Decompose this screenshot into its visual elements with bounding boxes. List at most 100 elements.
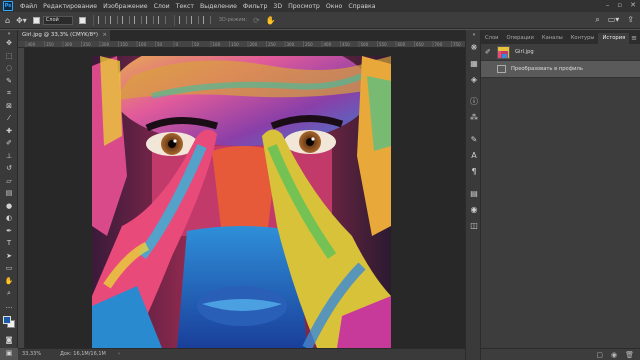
- new-document-from-state-icon[interactable]: ▢: [596, 351, 603, 359]
- tab-paths[interactable]: Контуры: [567, 33, 599, 44]
- quick-mask-icon[interactable]: ◙: [0, 334, 18, 347]
- menu-layers[interactable]: Слои: [151, 3, 173, 10]
- ruler-label: 100: [213, 42, 221, 47]
- align-bottom-icon[interactable]: [157, 16, 166, 24]
- close-window-icon[interactable]: ✕: [630, 1, 636, 9]
- dodge-tool-icon[interactable]: ◐: [0, 212, 18, 225]
- align-left-icon[interactable]: [97, 16, 106, 24]
- distribute-icon[interactable]: [202, 16, 211, 24]
- menu-view[interactable]: Просмотр: [285, 3, 323, 10]
- tab-actions[interactable]: Операции: [502, 33, 537, 44]
- transform-controls-checkbox[interactable]: [78, 16, 86, 24]
- menu-select[interactable]: Выделение: [197, 3, 240, 10]
- status-menu-icon[interactable]: ›: [118, 349, 120, 360]
- align-right-icon[interactable]: [121, 16, 130, 24]
- history-state-icon: [497, 65, 506, 73]
- window-controls: – ▫ ✕: [606, 1, 636, 9]
- delete-state-icon[interactable]: 🗑: [625, 351, 634, 359]
- history-step[interactable]: Преобразовать в профиль: [481, 61, 640, 78]
- document-size: Док: 16,1M/16,1M: [60, 351, 106, 357]
- menu-3d[interactable]: 3D: [270, 3, 285, 10]
- menu-edit[interactable]: Редактирование: [40, 3, 100, 10]
- screen-mode-icon[interactable]: ▣: [0, 347, 18, 360]
- auto-select-checkbox[interactable]: [32, 16, 40, 24]
- history-brush-tool-icon[interactable]: ↺: [0, 162, 18, 175]
- distribute-icon[interactable]: [178, 16, 187, 24]
- document-tab[interactable]: Girl.jpg @ 33,3% (CMYK/8*) ×: [18, 30, 110, 41]
- color-swatches[interactable]: [0, 314, 18, 334]
- adjustments-panel-icon[interactable]: ◈: [466, 71, 482, 87]
- menu-image[interactable]: Изображение: [100, 3, 151, 10]
- brush-tool-icon[interactable]: ✐: [0, 137, 18, 150]
- menu-file[interactable]: Файл: [17, 3, 40, 10]
- 3d-orbit-icon[interactable]: ⟳: [253, 12, 260, 29]
- foreground-color-swatch[interactable]: [3, 316, 11, 324]
- distribute-icon[interactable]: [190, 16, 199, 24]
- document-image[interactable]: [92, 56, 391, 348]
- character-panel-icon[interactable]: A: [466, 147, 482, 163]
- menu-type[interactable]: Текст: [173, 3, 197, 10]
- ruler-label: 600: [398, 42, 406, 47]
- menu-bar: Ps Файл Редактирование Изображение Слои …: [0, 0, 640, 12]
- align-top-icon[interactable]: [133, 16, 142, 24]
- eraser-tool-icon[interactable]: ▱: [0, 175, 18, 188]
- crop-tool-icon[interactable]: ⌗: [0, 87, 18, 100]
- ruler-label: 550: [379, 42, 387, 47]
- path-selection-tool-icon[interactable]: ➤: [0, 250, 18, 263]
- move-tool-icon[interactable]: ✥▾: [16, 12, 27, 29]
- pen-tool-icon[interactable]: ✒: [0, 225, 18, 238]
- collapse-panels-icon[interactable]: «: [466, 30, 482, 39]
- tool-presets-icon[interactable]: ✎: [466, 131, 482, 147]
- 3d-pan-icon[interactable]: ✋: [266, 12, 276, 29]
- layers-panel-icon[interactable]: ◫: [466, 217, 482, 233]
- marquee-tool-icon[interactable]: ⬚: [0, 50, 18, 63]
- document-tabs: Girl.jpg @ 33,3% (CMYK/8*) ×: [18, 30, 465, 41]
- libraries-panel-icon[interactable]: ▤: [466, 185, 482, 201]
- workspace-icon[interactable]: ▭▾: [608, 15, 620, 25]
- frame-tool-icon[interactable]: ⊠: [0, 100, 18, 113]
- paragraph-panel-icon[interactable]: ¶: [466, 163, 482, 179]
- zoom-level[interactable]: 33,33%: [22, 349, 41, 360]
- swatches-panel-icon[interactable]: ▦: [466, 55, 482, 71]
- vertical-ruler[interactable]: [18, 48, 25, 348]
- collapse-icon[interactable]: »: [0, 30, 18, 37]
- healing-brush-tool-icon[interactable]: ✚: [0, 125, 18, 138]
- tab-layers[interactable]: Слои: [481, 33, 502, 44]
- history-brush-source-icon[interactable]: ✐: [485, 48, 493, 56]
- panel-menu-icon[interactable]: ≡: [631, 33, 637, 44]
- tab-history[interactable]: История: [598, 33, 630, 44]
- tab-channels[interactable]: Каналы: [538, 33, 567, 44]
- share-icon[interactable]: ⇪: [627, 15, 634, 25]
- type-tool-icon[interactable]: T: [0, 237, 18, 250]
- horizontal-ruler[interactable]: 400 350 300 250 200 150 100 50 0 50 100 150 200 250 30…: [18, 41, 465, 48]
- ruler-label: 450: [342, 42, 350, 47]
- history-snapshot[interactable]: ✐ Girl.jpg: [481, 44, 640, 61]
- maximize-icon[interactable]: ▫: [617, 1, 622, 9]
- hand-tool-icon[interactable]: ✋: [0, 275, 18, 288]
- brush-panel-icon[interactable]: ⁂: [466, 109, 482, 125]
- auto-select-dropdown[interactable]: Слой: [42, 15, 73, 25]
- close-tab-icon[interactable]: ×: [102, 30, 107, 41]
- home-icon[interactable]: ⌂: [5, 12, 10, 29]
- align-center-icon[interactable]: [109, 16, 118, 24]
- minimize-icon[interactable]: –: [606, 1, 610, 9]
- eyedropper-tool-icon[interactable]: ⁄: [0, 112, 18, 125]
- rectangle-tool-icon[interactable]: ▭: [0, 262, 18, 275]
- info-panel-icon[interactable]: ⓘ: [466, 93, 482, 109]
- color-panel-icon[interactable]: ❋: [466, 39, 482, 55]
- blur-tool-icon[interactable]: ●: [0, 200, 18, 213]
- menu-help[interactable]: Справка: [345, 3, 378, 10]
- more-tools-icon[interactable]: …: [0, 300, 18, 313]
- move-tool-icon[interactable]: ✥: [0, 37, 18, 50]
- search-icon[interactable]: ⌕: [595, 15, 599, 25]
- align-middle-icon[interactable]: [145, 16, 154, 24]
- menu-filter[interactable]: Фильтр: [240, 3, 270, 10]
- quick-select-tool-icon[interactable]: ✎: [0, 75, 18, 88]
- clone-stamp-tool-icon[interactable]: ⊥: [0, 150, 18, 163]
- create-snapshot-icon[interactable]: ◉: [611, 351, 617, 359]
- menu-window[interactable]: Окно: [323, 3, 345, 10]
- lasso-tool-icon[interactable]: ◌: [0, 62, 18, 75]
- zoom-tool-icon[interactable]: ⌕: [0, 287, 18, 300]
- properties-panel-icon[interactable]: ◉: [466, 201, 482, 217]
- gradient-tool-icon[interactable]: ▤: [0, 187, 18, 200]
